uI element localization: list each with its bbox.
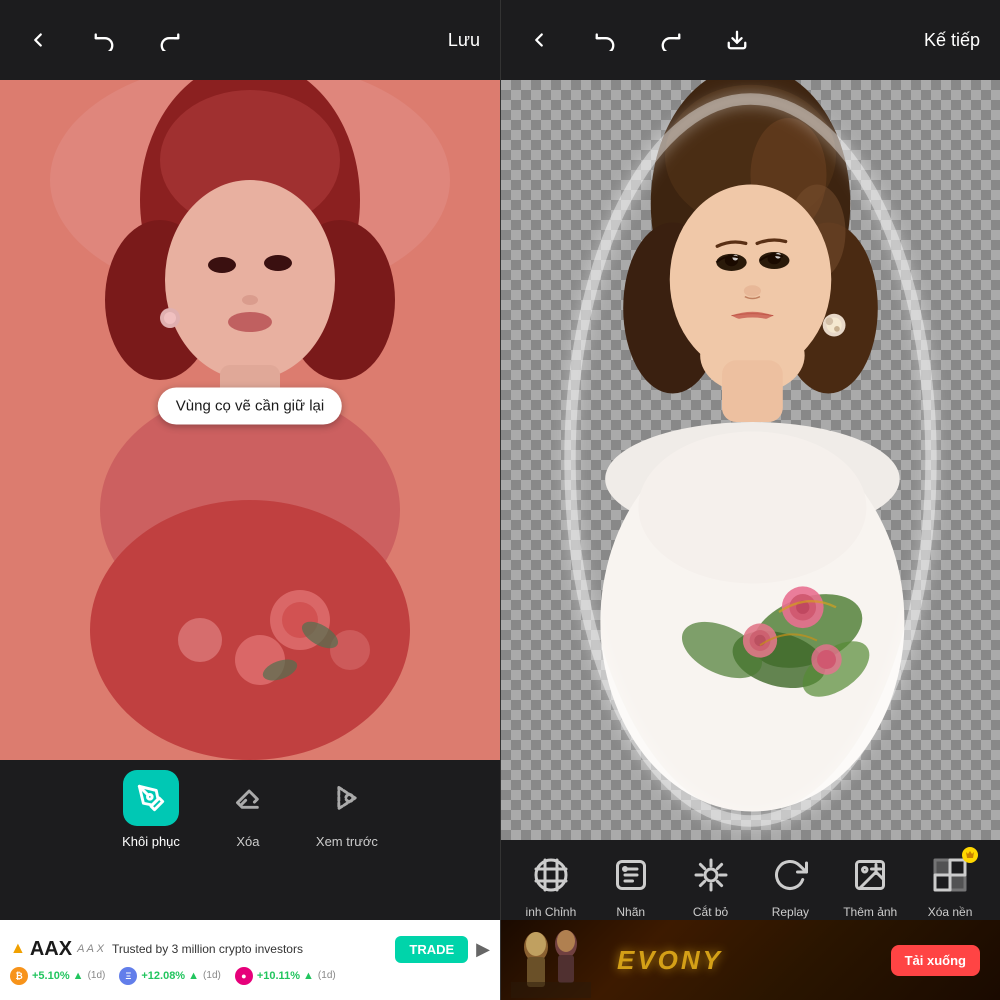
erase-icon-box bbox=[220, 770, 276, 826]
label-icon bbox=[607, 851, 655, 899]
ad-arrow: ▶ bbox=[476, 939, 490, 960]
left-toolbar: Lưu bbox=[0, 0, 500, 80]
left-tools-row: Khôi phục Xóa bbox=[0, 770, 500, 849]
ad-banner-left: ▲ AAX A A X Trusted by 3 million crypto … bbox=[0, 920, 500, 1000]
erase-tool[interactable]: Xóa bbox=[220, 770, 276, 849]
add-photo-tool[interactable]: Thêm ảnh bbox=[840, 851, 900, 919]
left-bottom-toolbar: Khôi phục Xóa bbox=[0, 760, 500, 920]
right-undo-button[interactable] bbox=[587, 22, 623, 58]
left-nav-icons bbox=[20, 22, 188, 58]
back-button[interactable] bbox=[20, 22, 56, 58]
crop-tool[interactable]: inh Chỉnh bbox=[521, 851, 581, 919]
right-woman-svg bbox=[501, 80, 1000, 840]
dot-item: ● +10.11% ▲ (1d) bbox=[235, 967, 336, 985]
add-photo-label: Thêm ảnh bbox=[843, 905, 897, 919]
download-button[interactable]: Tải xuống bbox=[891, 945, 980, 976]
eth-price: +12.08% ▲ bbox=[141, 970, 199, 982]
btc-item: ₿ +5.10% ▲ (1d) bbox=[10, 967, 105, 985]
right-back-button[interactable] bbox=[521, 22, 557, 58]
restore-tool[interactable]: Khôi phục bbox=[122, 770, 180, 849]
crown-badge bbox=[962, 847, 978, 863]
replay-label: Replay bbox=[772, 905, 809, 919]
right-bottom-toolbar: inh Chỉnh Nhãn bbox=[501, 840, 1000, 1000]
preview-icon-box bbox=[319, 770, 375, 826]
remove-bg-label: Xóa nền bbox=[928, 905, 973, 919]
replay-icon bbox=[766, 851, 814, 899]
preview-tool[interactable]: Xem trước bbox=[316, 770, 378, 849]
right-image-background bbox=[501, 80, 1000, 840]
btc-period: (1d) bbox=[88, 970, 106, 981]
crypto-row: ₿ +5.10% ▲ (1d) Ξ +12.08% ▲ (1d) ● +10.1… bbox=[10, 967, 490, 985]
ad-logo: ▲ AAX A A X bbox=[10, 938, 104, 961]
label-tool[interactable]: Nhãn bbox=[601, 851, 661, 919]
download-button[interactable] bbox=[719, 22, 755, 58]
right-tools-row: inh Chỉnh Nhãn bbox=[501, 840, 1000, 920]
trade-button[interactable]: TRADE bbox=[395, 936, 468, 963]
restore-icon-box bbox=[123, 770, 179, 826]
left-image-area: Vùng cọ vẽ cần giữ lại bbox=[0, 80, 500, 760]
cutout-label: Cắt bỏ bbox=[693, 905, 728, 919]
btc-price: +5.10% ▲ bbox=[32, 970, 84, 982]
left-panel: Lưu bbox=[0, 0, 500, 1000]
remove-bg-tool[interactable]: Xóa nền bbox=[920, 851, 980, 919]
right-image-area bbox=[501, 80, 1000, 840]
cutout-tool[interactable]: Cắt bỏ bbox=[681, 851, 741, 919]
woman-right-container bbox=[501, 80, 1000, 840]
right-next-label[interactable]: Kế tiếp bbox=[924, 30, 980, 51]
eth-icon: Ξ bbox=[119, 967, 137, 985]
crop-icon bbox=[527, 851, 575, 899]
dot-period: (1d) bbox=[318, 970, 336, 981]
eth-item: Ξ +12.08% ▲ (1d) bbox=[119, 967, 220, 985]
preview-label: Xem trước bbox=[316, 834, 378, 849]
right-nav-icons bbox=[521, 22, 755, 58]
undo-button[interactable] bbox=[86, 22, 122, 58]
evony-ad-banner: EVONY Tải xuống bbox=[501, 920, 1000, 1000]
evony-ad-content: EVONY Tải xuống bbox=[501, 920, 1000, 1000]
dot-icon: ● bbox=[235, 967, 253, 985]
ad-content: ▲ AAX A A X Trusted by 3 million crypto … bbox=[10, 936, 490, 985]
ad-top-row: ▲ AAX A A X Trusted by 3 million crypto … bbox=[10, 936, 490, 963]
label-label: Nhãn bbox=[616, 905, 645, 919]
eth-period: (1d) bbox=[203, 970, 221, 981]
add-photo-icon bbox=[846, 851, 894, 899]
dot-price: +10.11% ▲ bbox=[257, 970, 314, 982]
left-save-label[interactable]: Lưu bbox=[448, 30, 480, 51]
redo-button[interactable] bbox=[152, 22, 188, 58]
restore-label: Khôi phục bbox=[122, 834, 180, 849]
evony-characters bbox=[511, 922, 591, 998]
remove-bg-icon bbox=[926, 851, 974, 899]
evony-title: EVONY bbox=[601, 935, 739, 986]
ad-tagline: Trusted by 3 million crypto investors bbox=[112, 942, 387, 956]
cutout-icon bbox=[687, 851, 735, 899]
erase-label: Xóa bbox=[236, 834, 259, 849]
crop-label: inh Chỉnh bbox=[526, 905, 577, 919]
right-panel: Kế tiếp bbox=[500, 0, 1000, 1000]
replay-tool[interactable]: Replay bbox=[760, 851, 820, 919]
right-redo-button[interactable] bbox=[653, 22, 689, 58]
btc-icon: ₿ bbox=[10, 967, 28, 985]
tooltip-bubble: Vùng cọ vẽ cần giữ lại bbox=[158, 388, 342, 425]
right-toolbar: Kế tiếp bbox=[501, 0, 1000, 80]
